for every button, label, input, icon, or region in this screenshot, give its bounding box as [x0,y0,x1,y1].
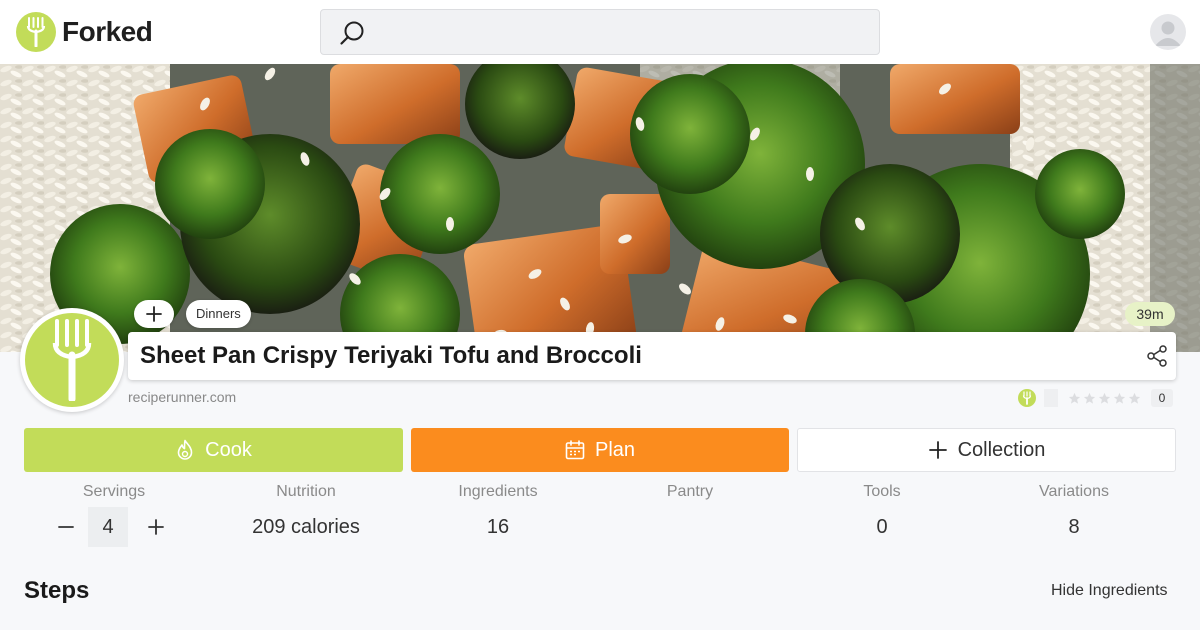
tag-chip-dinners[interactable]: Dinners [186,300,251,328]
ingredients-stat[interactable]: Ingredients 16 [402,482,594,538]
variations-label: Variations [1039,483,1109,500]
servings-stepper: 4 [52,507,176,547]
star-icon[interactable] [1113,392,1126,405]
star-icon[interactable] [1098,392,1111,405]
pantry-label: Pantry [666,483,714,500]
collection-button-label: Collection [957,438,1046,461]
servings-stat: Servings 4 [18,482,210,547]
increase-servings-button[interactable] [142,507,170,547]
hide-ingredients-toggle[interactable]: Hide Ingredients [1051,582,1168,600]
user-icon [1155,21,1181,46]
variations-stat[interactable]: Variations 8 [978,482,1170,538]
tools-stat[interactable]: Tools 0 [786,482,978,538]
calendar-icon [565,440,585,460]
brand-name: Forked [62,16,153,47]
search-icon[interactable] [339,20,365,46]
nutrition-stat[interactable]: Nutrition 209 calories [210,482,402,538]
minus-icon [58,526,74,528]
title-card: Sheet Pan Crispy Teriyaki Tofu and Brocc… [128,332,1176,380]
servings-value[interactable]: 4 [88,507,128,547]
top-bar: Forked [0,0,1200,64]
cook-button-label: Cook [205,438,252,461]
tools-value: 0 [876,516,888,538]
tools-label: Tools [863,483,901,500]
hero-image [0,64,1200,352]
add-tag-button[interactable] [134,300,174,328]
steps-heading: Steps [24,577,90,604]
plus-icon [146,306,162,322]
fork-icon [1018,389,1036,407]
rating-placeholder [1044,389,1058,407]
recipe-source-link[interactable]: reciperunner.com [128,389,236,405]
plus-icon [148,519,164,535]
star-icon[interactable] [1083,392,1096,405]
brand[interactable]: Forked [16,12,153,52]
plan-button[interactable]: Plan [411,428,789,472]
decrease-servings-button[interactable] [52,507,80,547]
variations-value: 8 [1068,516,1080,538]
flame-icon [177,439,193,460]
rating-area: 0 [1018,388,1173,408]
ingredients-label: Ingredients [458,483,538,500]
nutrition-label: Nutrition [276,483,336,500]
star-icon[interactable] [1068,392,1081,405]
add-to-collection-button[interactable]: Collection [797,428,1176,472]
cook-button[interactable]: Cook [24,428,403,472]
recipe-title: Sheet Pan Crispy Teriyaki Tofu and Brocc… [140,342,642,369]
fork-icon [52,319,92,401]
recipe-logo [20,308,124,412]
pantry-stat[interactable]: Pantry [594,482,786,502]
plan-button-label: Plan [594,438,636,461]
nutrition-value: 209 calories [252,516,360,538]
star-icon[interactable] [1128,392,1141,405]
fork-icon [16,12,56,52]
ingredients-value: 16 [486,516,510,538]
rating-count: 0 [1151,389,1173,407]
share-icon[interactable] [1146,345,1168,367]
search-bar[interactable] [320,9,880,55]
time-badge: 39m [1125,302,1175,326]
plus-icon [928,441,947,459]
star-rating[interactable] [1068,392,1141,405]
search-input[interactable] [377,18,867,46]
avatar[interactable] [1150,14,1186,50]
servings-label: Servings [82,483,146,500]
